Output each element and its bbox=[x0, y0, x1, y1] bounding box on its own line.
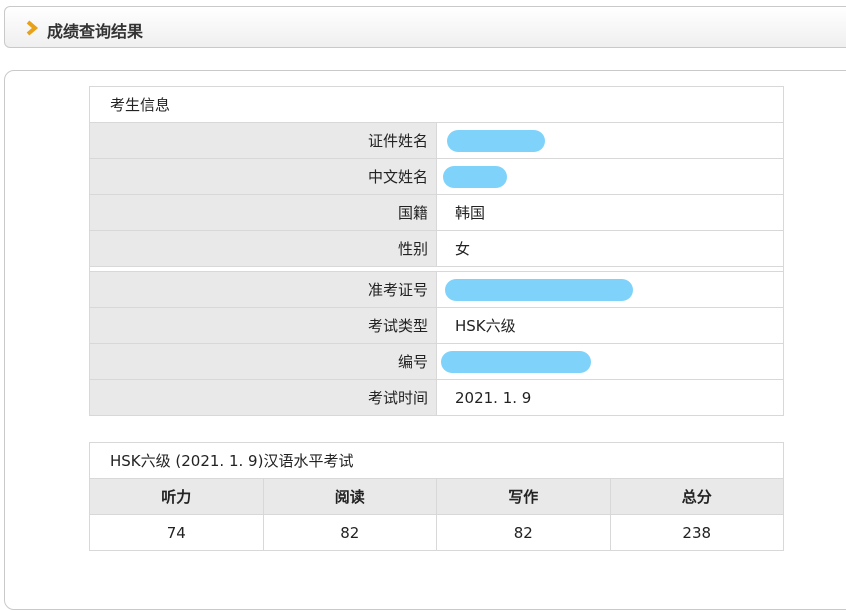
column-header-total: 总分 bbox=[609, 478, 784, 515]
info-row-exam-type: 考试类型 HSK六级 bbox=[89, 307, 784, 344]
chinese-name-value bbox=[436, 158, 784, 195]
info-row-nationality: 国籍 韩国 bbox=[89, 194, 784, 231]
id-name-value bbox=[436, 122, 784, 159]
info-row-exam-date: 考试时间 2021. 1. 9 bbox=[89, 379, 784, 416]
exam-date-value: 2021. 1. 9 bbox=[436, 379, 784, 416]
redaction-mark bbox=[445, 278, 633, 301]
info-label: 考试时间 bbox=[89, 379, 437, 416]
candidate-info-heading: 考生信息 bbox=[89, 86, 784, 123]
info-label: 证件姓名 bbox=[89, 122, 437, 159]
page-title: 成绩查询结果 bbox=[47, 22, 144, 41]
info-label: 国籍 bbox=[89, 194, 437, 231]
chevron-right-icon bbox=[26, 20, 39, 36]
reading-score: 82 bbox=[262, 514, 437, 551]
info-row-gender: 性别 女 bbox=[89, 230, 784, 267]
info-label: 编号 bbox=[89, 343, 437, 380]
writing-score: 82 bbox=[436, 514, 611, 551]
info-row-chinese-name: 中文姓名 bbox=[89, 158, 784, 195]
listening-score: 74 bbox=[89, 514, 264, 551]
info-label: 中文姓名 bbox=[89, 158, 437, 195]
redaction-mark bbox=[441, 350, 591, 373]
column-header-reading: 阅读 bbox=[262, 478, 437, 515]
info-label: 考试类型 bbox=[89, 307, 437, 344]
redaction-mark bbox=[447, 129, 545, 152]
admission-number-value bbox=[436, 271, 784, 308]
score-row: 74 82 82 238 bbox=[89, 514, 784, 551]
scores-caption: HSK六级 (2021. 1. 9)汉语水平考试 bbox=[89, 442, 784, 479]
info-row-serial-number: 编号 bbox=[89, 343, 784, 380]
redaction-mark bbox=[443, 165, 507, 188]
serial-number-value bbox=[436, 343, 784, 380]
info-row-id-name: 证件姓名 bbox=[89, 122, 784, 159]
column-header-writing: 写作 bbox=[436, 478, 611, 515]
total-score: 238 bbox=[609, 514, 784, 551]
exam-type-value: HSK六级 bbox=[436, 307, 784, 344]
info-row-admission-number: 准考证号 bbox=[89, 271, 784, 308]
info-label: 性别 bbox=[89, 230, 437, 267]
page-header: 成绩查询结果 bbox=[4, 6, 846, 48]
gender-value: 女 bbox=[436, 230, 784, 267]
candidate-info-table: 考生信息 证件姓名 中文姓名 国籍 韩国 性别 女 准考证号 考试类型 HSK六… bbox=[89, 86, 784, 416]
info-label: 准考证号 bbox=[89, 271, 437, 308]
column-header-listening: 听力 bbox=[89, 478, 264, 515]
scores-table: HSK六级 (2021. 1. 9)汉语水平考试 听力 阅读 写作 总分 74 … bbox=[89, 442, 784, 551]
nationality-value: 韩国 bbox=[436, 194, 784, 231]
